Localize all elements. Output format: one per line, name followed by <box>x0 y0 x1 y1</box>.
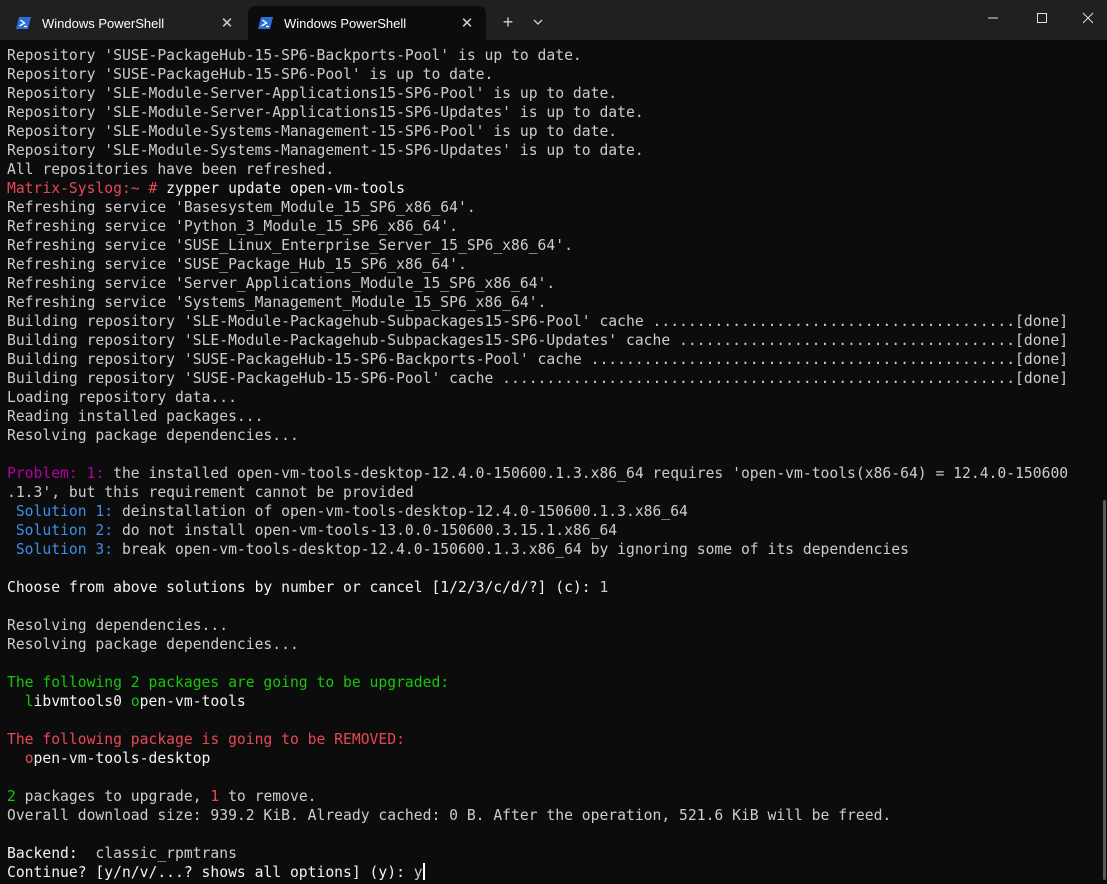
terminal-line: Building repository 'SUSE-PackageHub-15-… <box>7 370 1069 387</box>
continue-line[interactable]: Continue? [y/n/v/...? shows all options]… <box>7 863 1102 882</box>
shell-prompt: Matrix-Syslog:~ # <box>7 180 158 197</box>
terminal-line: Reading installed packages... <box>7 408 264 425</box>
title-bar: Windows PowerShell ✕ Windows PowerShell … <box>0 0 1107 40</box>
backend-value: classic_rpmtrans <box>77 845 237 862</box>
choice-answer: 1 <box>590 579 609 596</box>
tab-label: Windows PowerShell <box>42 15 165 31</box>
tab-powershell-1[interactable]: Windows PowerShell ✕ <box>6 6 246 40</box>
package-name: pen-vm-tools-desktop <box>33 750 211 767</box>
powershell-icon <box>16 15 32 31</box>
terminal-line: Overall download size: 939.2 KiB. Alread… <box>7 807 892 824</box>
terminal-line: Resolving package dependencies... <box>7 427 299 444</box>
terminal-line: Building repository 'SLE-Module-Packageh… <box>7 313 1069 330</box>
terminal-line: Repository 'SLE-Module-Server-Applicatio… <box>7 104 644 121</box>
scrollbar[interactable] <box>1103 500 1106 880</box>
upgrade-packages: libvmtools0 open-vm-tools <box>7 692 1102 711</box>
minimize-button[interactable] <box>970 0 1016 36</box>
package-initial: o <box>24 750 34 767</box>
terminal-line: Resolving package dependencies... <box>7 636 299 653</box>
solution-line: Solution 3: break open-vm-tools-desktop-… <box>7 540 1102 559</box>
package-name: ibvmtools0 <box>33 693 131 710</box>
terminal-line: Repository 'SLE-Module-Server-Applicatio… <box>7 85 618 102</box>
powershell-icon <box>258 15 274 31</box>
solution-label: Solution 3: <box>7 541 114 558</box>
terminal-line: Repository 'SLE-Module-Systems-Managemen… <box>7 123 618 140</box>
terminal-line: Refreshing service 'SUSE_Linux_Enterpris… <box>7 237 573 254</box>
terminal-line: Building repository 'SUSE-PackageHub-15-… <box>7 351 1069 368</box>
terminal-line: Repository 'SLE-Module-Systems-Managemen… <box>7 142 644 159</box>
problem-text: the installed open-vm-tools-desktop-12.4… <box>104 465 1069 482</box>
problem-line: Problem: 1: the installed open-vm-tools-… <box>7 464 1102 483</box>
terminal-line: Resolving dependencies... <box>7 617 229 634</box>
backend-label: Backend: <box>7 845 78 862</box>
remove-header: The following package is going to be REM… <box>7 731 405 748</box>
package-name: pen-vm-tools <box>139 693 246 710</box>
terminal-line: Refreshing service 'Python_3_Module_15_S… <box>7 218 458 235</box>
terminal-line: Loading repository data... <box>7 389 237 406</box>
upgrade-count: 2 <box>7 788 16 805</box>
terminal-line: Refreshing service 'Basesystem_Module_15… <box>7 199 476 216</box>
solution-label: Solution 1: <box>7 503 114 520</box>
continue-answer: y <box>404 864 423 881</box>
solution-text: deinstallation of open-vm-tools-desktop-… <box>113 503 688 520</box>
continue-prompt: Continue? [y/n/v/...? shows all options]… <box>7 864 405 881</box>
solution-text: break open-vm-tools-desktop-12.4.0-15060… <box>113 541 909 558</box>
terminal-line: Refreshing service 'Server_Applications_… <box>7 275 556 292</box>
close-tab-icon[interactable]: ✕ <box>214 10 240 36</box>
summary-text: packages to upgrade, <box>15 788 211 805</box>
close-tab-icon[interactable]: ✕ <box>454 10 480 36</box>
solution-text: do not install open-vm-tools-13.0.0-1506… <box>113 522 618 539</box>
solution-label: Solution 2: <box>7 522 114 539</box>
remove-packages: open-vm-tools-desktop <box>7 749 1102 768</box>
terminal-line: Repository 'SUSE-PackageHub-15-SP6-Backp… <box>7 47 582 64</box>
terminal-line: Refreshing service 'SUSE_Package_Hub_15_… <box>7 256 467 273</box>
problem-label: Problem: 1: <box>7 465 105 482</box>
terminal-line: .1.3', but this requirement cannot be pr… <box>7 484 414 501</box>
new-tab-button[interactable]: + <box>494 8 522 36</box>
choice-line: Choose from above solutions by number or… <box>7 578 1102 597</box>
tab-powershell-2[interactable]: Windows PowerShell ✕ <box>248 6 486 40</box>
terminal-output[interactable]: Repository 'SUSE-PackageHub-15-SP6-Backp… <box>7 46 1102 884</box>
terminal-line: Refreshing service 'Systems_Management_M… <box>7 294 547 311</box>
chevron-down-icon[interactable] <box>524 8 552 36</box>
choice-prompt: Choose from above solutions by number or… <box>7 579 591 596</box>
package-initial: l <box>24 693 34 710</box>
summary-text: to remove. <box>219 788 317 805</box>
close-window-button[interactable] <box>1065 0 1107 36</box>
package-initial: o <box>130 693 140 710</box>
command-line: Matrix-Syslog:~ # zypper update open-vm-… <box>7 179 1102 198</box>
tab-label: Windows PowerShell <box>284 15 407 31</box>
terminal-line: Repository 'SUSE-PackageHub-15-SP6-Pool'… <box>7 66 494 83</box>
upgrade-header: The following 2 packages are going to be… <box>7 674 450 691</box>
text-cursor <box>422 863 425 880</box>
backend-line: Backend: classic_rpmtrans <box>7 844 1102 863</box>
command-text: zypper update open-vm-tools <box>157 180 405 197</box>
remove-count: 1 <box>210 788 220 805</box>
solution-line: Solution 1: deinstallation of open-vm-to… <box>7 502 1102 521</box>
terminal-line: Building repository 'SLE-Module-Packageh… <box>7 332 1069 349</box>
summary-line: 2 packages to upgrade, 1 to remove. <box>7 787 1102 806</box>
solution-line: Solution 2: do not install open-vm-tools… <box>7 521 1102 540</box>
maximize-button[interactable] <box>1019 0 1065 36</box>
terminal-line: All repositories have been refreshed. <box>7 161 335 178</box>
